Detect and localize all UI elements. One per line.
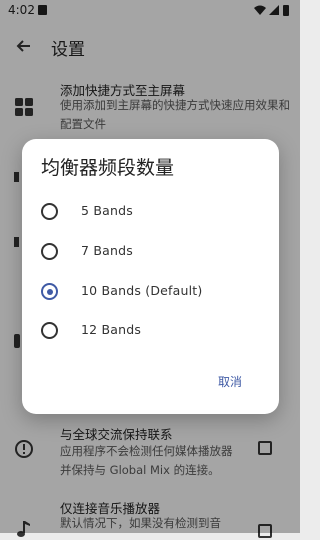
option-label: 10 Bands (Default) <box>81 283 203 298</box>
radio-dot <box>46 288 53 295</box>
option-label: 5 Bands <box>81 203 133 218</box>
radio-button[interactable] <box>41 203 58 220</box>
radio-button[interactable] <box>41 243 58 260</box>
eq-bands-dialog: 均衡器频段数量 5 Bands 7 Bands 10 Bands (Defaul… <box>22 139 279 414</box>
radio-button-selected[interactable] <box>41 283 58 300</box>
band-option-7[interactable]: 7 Bands <box>22 234 279 270</box>
option-label: 12 Bands <box>81 322 142 337</box>
band-option-5[interactable]: 5 Bands <box>22 194 279 230</box>
band-option-10[interactable]: 10 Bands (Default) <box>22 274 279 310</box>
cancel-button[interactable]: 取消 <box>214 371 246 392</box>
band-option-12[interactable]: 12 Bands <box>22 313 279 349</box>
dialog-title: 均衡器频段数量 <box>41 157 175 179</box>
option-label: 7 Bands <box>81 243 133 258</box>
radio-button[interactable] <box>41 322 58 339</box>
